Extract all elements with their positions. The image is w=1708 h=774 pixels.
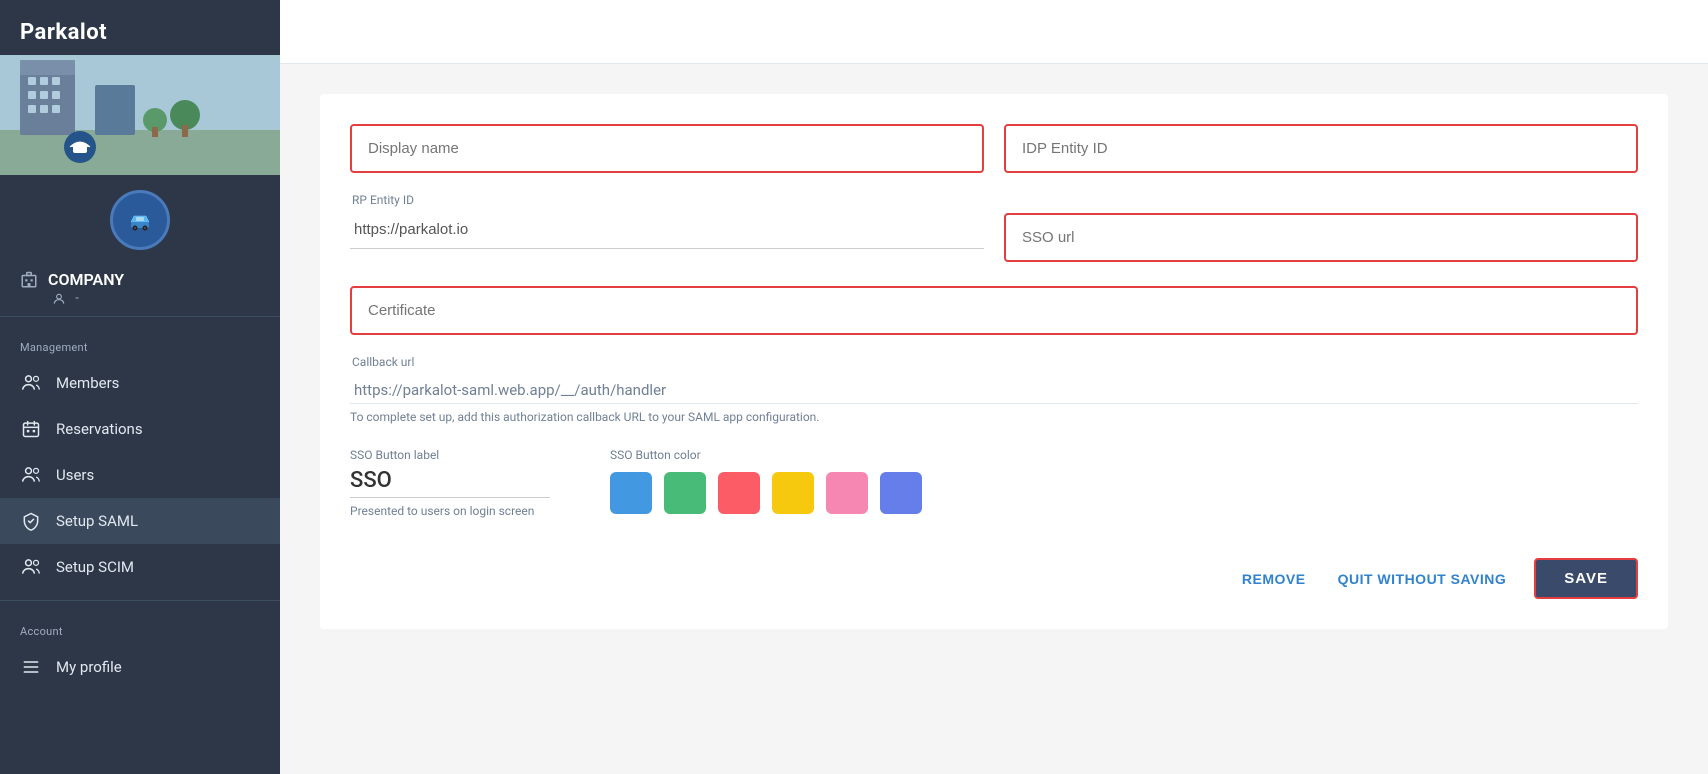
sso-color-section: SSO Button color — [610, 448, 922, 514]
color-swatches — [610, 472, 922, 514]
sidebar-item-label-users: Users — [56, 466, 94, 484]
app-title: Parkalot — [0, 0, 280, 55]
menu-icon — [20, 656, 42, 678]
main-header — [280, 0, 1708, 64]
callback-url-value: https://parkalot-saml.web.app/__/auth/ha… — [350, 373, 1638, 404]
color-swatch-red[interactable] — [718, 472, 760, 514]
person-icon — [52, 292, 66, 306]
quit-button[interactable]: QUIT WITHOUT SAVING — [1334, 563, 1511, 595]
sso-button-value: SSO — [350, 468, 550, 498]
avatar-section — [0, 175, 280, 266]
action-row: REMOVE QUIT WITHOUT SAVING SAVE — [350, 548, 1638, 599]
save-button[interactable]: SAVE — [1534, 558, 1638, 599]
divider-2 — [0, 600, 280, 601]
form-row-3 — [350, 286, 1638, 335]
main-content: RP Entity ID Callback url https://parkal… — [280, 64, 1708, 774]
color-swatch-yellow[interactable] — [772, 472, 814, 514]
sidebar-item-label-reservations: Reservations — [56, 420, 143, 438]
calendar-icon — [20, 418, 42, 440]
sidebar-item-label-members: Members — [56, 374, 119, 392]
sidebar-item-label-my-profile: My profile — [56, 658, 122, 676]
idp-entity-id-group — [1004, 124, 1638, 173]
shield-icon — [20, 510, 42, 532]
people-icon-users — [20, 464, 42, 486]
rp-entity-id-input[interactable] — [350, 211, 984, 249]
display-name-input[interactable] — [350, 124, 984, 173]
sso-url-group — [1004, 193, 1638, 262]
sidebar-item-label-setup-scim: Setup SCIM — [56, 558, 134, 576]
sidebar-item-label-setup-saml: Setup SAML — [56, 512, 138, 530]
sso-options-row: SSO Button label SSO Presented to users … — [350, 448, 1638, 518]
sidebar-item-users[interactable]: Users — [0, 452, 280, 498]
form-row-2: RP Entity ID — [350, 193, 1638, 262]
sidebar: Parkalot — [0, 0, 280, 774]
sso-button-label-label: SSO Button label — [350, 448, 550, 462]
sidebar-hero-image — [0, 55, 280, 175]
color-swatch-indigo[interactable] — [880, 472, 922, 514]
certificate-group — [350, 286, 1638, 335]
people-icon-scim — [20, 556, 42, 578]
callback-url-hint: To complete set up, add this authorizati… — [350, 410, 1638, 424]
sidebar-item-members[interactable]: Members — [0, 360, 280, 406]
sidebar-item-setup-scim[interactable]: Setup SCIM — [0, 544, 280, 590]
company-sub: - — [0, 289, 280, 306]
sidebar-item-setup-saml[interactable]: Setup SAML — [0, 498, 280, 544]
building-icon — [20, 271, 38, 289]
sso-label-section: SSO Button label SSO Presented to users … — [350, 448, 550, 518]
color-swatch-green[interactable] — [664, 472, 706, 514]
color-swatch-pink[interactable] — [826, 472, 868, 514]
sso-button-hint: Presented to users on login screen — [350, 504, 550, 518]
form-row-1 — [350, 124, 1638, 173]
rp-entity-id-label: RP Entity ID — [350, 193, 984, 207]
account-section-label: Account — [0, 611, 280, 644]
management-section-label: Management — [0, 327, 280, 360]
color-swatch-blue[interactable] — [610, 472, 652, 514]
people-icon-members — [20, 372, 42, 394]
divider-1 — [0, 316, 280, 317]
rp-entity-id-group: RP Entity ID — [350, 193, 984, 262]
sso-url-input[interactable] — [1004, 213, 1638, 262]
main-area: RP Entity ID Callback url https://parkal… — [280, 0, 1708, 774]
callback-url-section: Callback url https://parkalot-saml.web.a… — [350, 355, 1638, 424]
company-name: COMPANY — [0, 266, 280, 289]
idp-entity-id-input[interactable] — [1004, 124, 1638, 173]
sidebar-item-my-profile[interactable]: My profile — [0, 644, 280, 690]
sso-color-label: SSO Button color — [610, 448, 922, 462]
callback-url-label: Callback url — [350, 355, 1638, 369]
remove-button[interactable]: REMOVE — [1238, 563, 1310, 595]
form-card: RP Entity ID Callback url https://parkal… — [320, 94, 1668, 629]
display-name-group — [350, 124, 984, 173]
sidebar-item-reservations[interactable]: Reservations — [0, 406, 280, 452]
certificate-input[interactable] — [350, 286, 1638, 335]
avatar — [110, 190, 170, 250]
